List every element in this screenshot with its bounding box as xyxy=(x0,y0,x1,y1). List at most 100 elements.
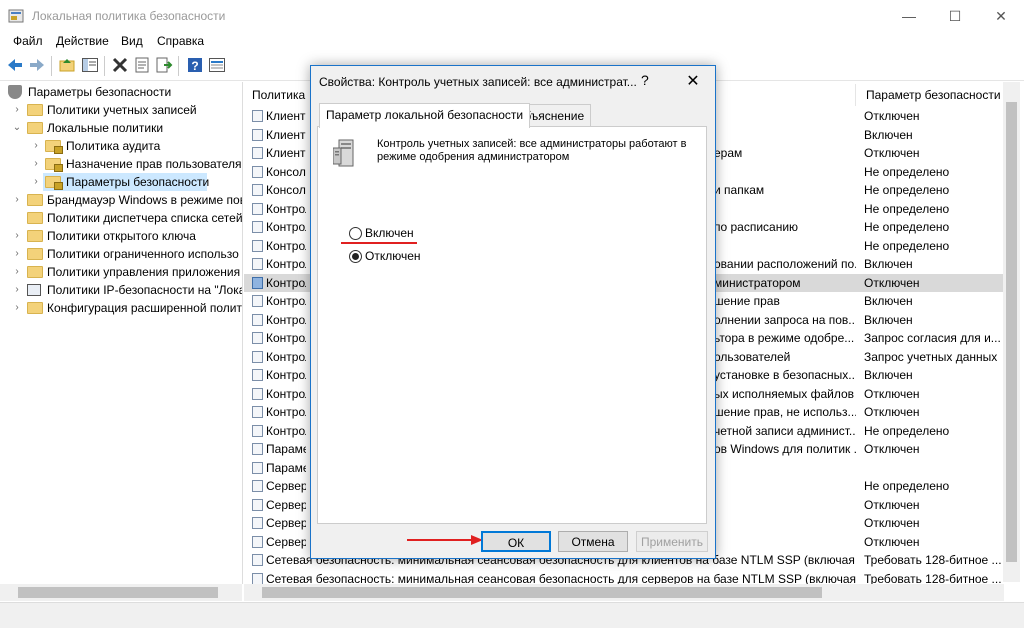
view-icon[interactable] xyxy=(208,56,226,74)
tree-item-label: Политики IP-безопасности на "Лока xyxy=(47,283,243,297)
chevron-right-icon[interactable]: › xyxy=(31,155,41,173)
policy-setting-value: Не определено xyxy=(864,165,950,179)
dialog-help-button[interactable]: ? xyxy=(641,72,649,88)
tree-item-ip-security[interactable]: › Политики IP-безопасности на "Лока xyxy=(0,281,242,299)
policy-name-tail: ьтора в режиме одобре... xyxy=(714,331,855,345)
server-policy-icon xyxy=(333,139,354,167)
policy-name: Контрол xyxy=(266,313,306,327)
policy-name: Контрол xyxy=(266,331,306,345)
radio-disabled[interactable] xyxy=(349,250,362,263)
policy-name-tail: четной записи админист... xyxy=(714,424,856,438)
menu-action[interactable]: Действие xyxy=(56,34,109,48)
dialog-title: Свойства: Контроль учетных записей: все … xyxy=(319,75,637,89)
tree-item-security-settings-root[interactable]: Параметры безопасности xyxy=(0,83,242,101)
back-icon[interactable] xyxy=(6,56,24,74)
policy-name-tail: ов Windows для политик ... xyxy=(714,442,856,456)
policy-name-tail: шение прав xyxy=(714,294,780,308)
scrollbar-thumb[interactable] xyxy=(262,587,822,598)
folder-icon xyxy=(27,266,43,278)
tree-horizontal-scrollbar[interactable] xyxy=(0,584,242,601)
tree-item-label: Назначение прав пользователя xyxy=(66,157,242,171)
window-title: Локальная политика безопасности xyxy=(32,9,226,23)
policy-item-icon xyxy=(252,277,263,289)
tree-item-label: Политики диспетчера списка сетей xyxy=(47,211,243,225)
policy-name: Парамет xyxy=(266,442,306,456)
tree-item-audit-policy[interactable]: › Политика аудита xyxy=(0,137,242,155)
policy-item-icon xyxy=(252,480,263,492)
policy-name: Контрол xyxy=(266,424,306,438)
policy-item-icon xyxy=(252,240,263,252)
policy-item-icon xyxy=(252,462,263,474)
policy-item-icon xyxy=(252,351,263,363)
policy-setting-value: Не определено xyxy=(864,183,950,197)
policy-name-tail: по расписанию xyxy=(714,220,799,234)
policy-item-icon xyxy=(252,166,263,178)
chevron-right-icon[interactable]: › xyxy=(12,281,22,299)
dialog-close-button[interactable]: ✕ xyxy=(671,66,715,98)
list-vertical-scrollbar[interactable] xyxy=(1003,82,1020,582)
minimize-button[interactable]: — xyxy=(886,0,932,32)
delete-icon[interactable] xyxy=(111,56,129,74)
tree-item-user-rights[interactable]: › Назначение прав пользователя xyxy=(0,155,242,173)
chevron-right-icon[interactable]: › xyxy=(12,299,22,317)
tree-item-account-policies[interactable]: › Политики учетных записей xyxy=(0,101,242,119)
scrollbar-thumb[interactable] xyxy=(18,587,218,598)
policy-setting-value: Отключен xyxy=(864,276,920,290)
tree-item-label: Конфигурация расширенной полит xyxy=(47,301,242,315)
tree-item-network-list-policies[interactable]: Политики диспетчера списка сетей xyxy=(0,209,242,227)
radio-enabled-label[interactable]: Включен xyxy=(365,226,414,240)
chevron-right-icon[interactable]: › xyxy=(12,263,22,281)
scrollbar-thumb[interactable] xyxy=(1006,102,1017,562)
chevron-right-icon[interactable]: › xyxy=(12,101,22,119)
chevron-right-icon[interactable]: › xyxy=(31,173,41,191)
policy-item-icon xyxy=(252,425,263,437)
svg-text:?: ? xyxy=(191,59,198,73)
menu-view[interactable]: Вид xyxy=(121,34,143,48)
tree-item-software-restriction[interactable]: › Политики ограниченного использо xyxy=(0,245,242,263)
show-hide-tree-icon[interactable] xyxy=(81,56,99,74)
policy-item-icon xyxy=(252,536,263,548)
chevron-right-icon[interactable]: › xyxy=(12,245,22,263)
chevron-right-icon[interactable]: › xyxy=(12,227,22,245)
tree-item-app-control[interactable]: › Политики управления приложения xyxy=(0,263,242,281)
tree-item-label: Политики учетных записей xyxy=(47,103,197,117)
up-folder-icon[interactable] xyxy=(58,56,76,74)
tree-item-windows-firewall[interactable]: › Брандмауэр Windows в режиме пов xyxy=(0,191,242,209)
policy-item-icon xyxy=(252,184,263,196)
cancel-button[interactable]: Отмена xyxy=(558,531,628,552)
tree-item-label: Локальные политики xyxy=(47,121,164,135)
tree-item-advanced-audit[interactable]: › Конфигурация расширенной полит xyxy=(0,299,242,317)
tree-item-public-key-policies[interactable]: › Политики открытого ключа xyxy=(0,227,242,245)
folder-lock-icon xyxy=(45,158,63,172)
close-window-button[interactable]: ✕ xyxy=(978,0,1024,32)
chevron-right-icon[interactable]: › xyxy=(31,137,41,155)
red-underline-annotation xyxy=(341,242,417,244)
maximize-button[interactable]: ☐ xyxy=(932,0,978,32)
policy-name: Сервер xyxy=(266,479,306,493)
policy-name: Клиент xyxy=(266,146,306,160)
policy-setting-value: Отключен xyxy=(864,146,920,160)
menu-help[interactable]: Справка xyxy=(157,34,204,48)
menu-file[interactable]: Файл xyxy=(13,34,43,48)
policy-setting-value: Включен xyxy=(864,257,913,271)
radio-disabled-label[interactable]: Отключен xyxy=(365,249,421,263)
tab-local-security-setting[interactable]: Параметр локальной безопасности xyxy=(319,103,531,128)
radio-enabled[interactable] xyxy=(349,227,362,240)
ok-button[interactable]: ОК xyxy=(481,531,551,552)
properties-icon[interactable] xyxy=(133,56,151,74)
column-header-setting[interactable]: Параметр безопасности xyxy=(858,84,1004,106)
policy-name: Контрол xyxy=(266,276,306,290)
chevron-right-icon[interactable]: › xyxy=(12,191,22,209)
policy-name: Сервер xyxy=(266,498,306,512)
policy-setting-value: Отключен xyxy=(864,498,920,512)
list-horizontal-scrollbar[interactable] xyxy=(244,584,1004,601)
apply-button[interactable]: Применить xyxy=(636,531,708,552)
chevron-down-icon[interactable]: ⌄ xyxy=(12,119,22,137)
policy-item-icon xyxy=(252,499,263,511)
policy-setting-value: Отключен xyxy=(864,535,920,549)
tree-item-security-options[interactable]: › Параметры безопасности xyxy=(0,173,242,191)
forward-icon[interactable] xyxy=(28,56,46,74)
help-icon[interactable]: ? xyxy=(186,56,204,74)
tree-item-local-policies[interactable]: ⌄ Локальные политики xyxy=(0,119,242,137)
export-icon[interactable] xyxy=(155,56,173,74)
